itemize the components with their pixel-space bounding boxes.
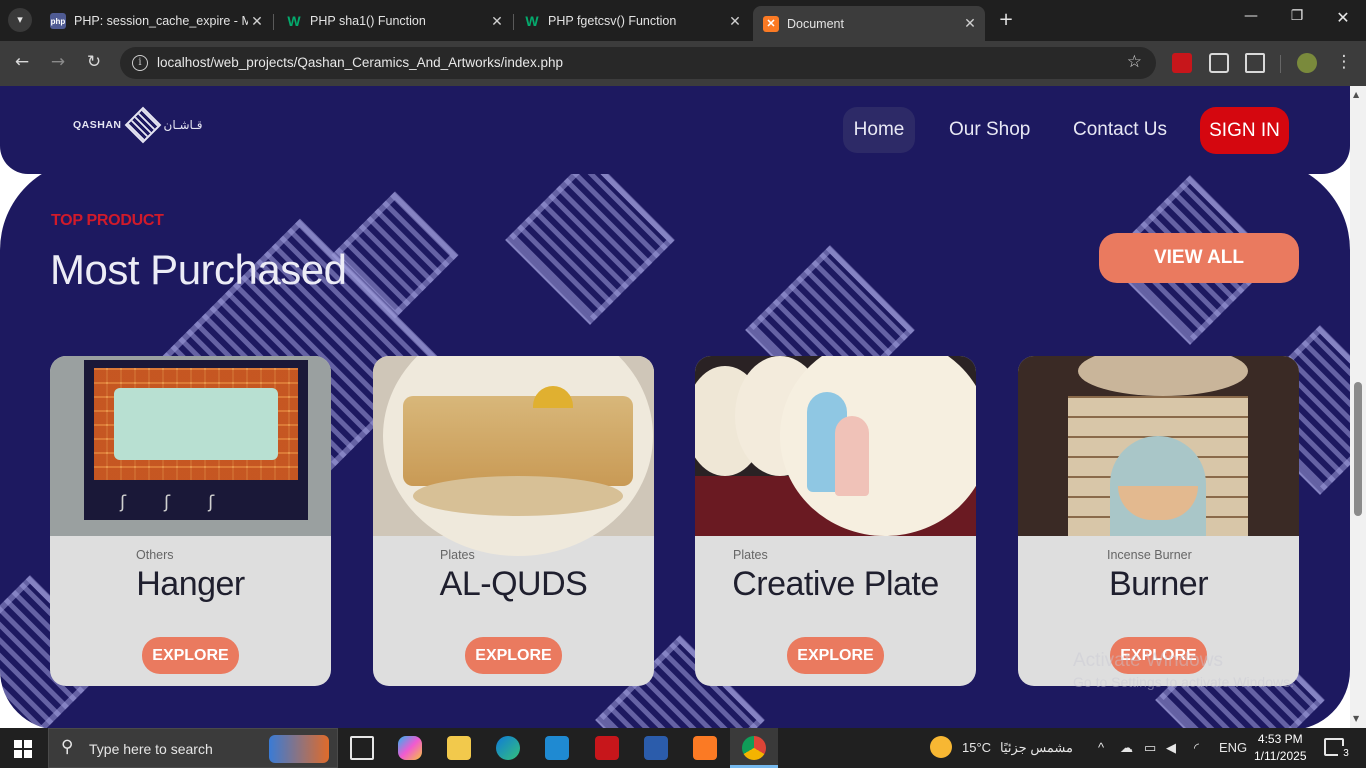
copilot-icon[interactable] xyxy=(398,736,422,760)
close-icon[interactable]: ✕ xyxy=(488,13,506,30)
profile-avatar[interactable] xyxy=(1297,53,1317,73)
minimize-icon[interactable]: — xyxy=(1228,8,1274,24)
w3schools-icon: W xyxy=(525,13,539,29)
vscode-icon[interactable] xyxy=(545,736,569,760)
product-name: AL-QUDS xyxy=(439,565,588,603)
product-card[interactable]: Plates AL-QUDS EXPLORE xyxy=(373,356,654,686)
product-name: Creative Plate xyxy=(732,565,939,603)
explore-button[interactable]: EXPLORE xyxy=(142,637,239,674)
page-viewport: QASHAN قـاشـان Home Our Shop Contact Us … xyxy=(0,86,1350,728)
nav-home[interactable]: Home xyxy=(843,107,915,153)
address-bar[interactable]: i localhost/web_projects/Qashan_Ceramics… xyxy=(120,47,1156,79)
tab-php-session[interactable]: php PHP: session_cache_expire - Ma ✕ xyxy=(40,6,272,36)
acrobat-icon[interactable] xyxy=(595,736,619,760)
pdf-extension-icon[interactable] xyxy=(1172,53,1192,73)
chrome-taskbar-button[interactable] xyxy=(730,728,778,768)
scrollbar-thumb[interactable] xyxy=(1354,382,1362,516)
xampp-icon[interactable] xyxy=(693,736,717,760)
notification-icon[interactable]: 3 xyxy=(1324,738,1354,762)
product-category: Others xyxy=(136,548,174,562)
site-header: QASHAN قـاشـان Home Our Shop Contact Us … xyxy=(0,86,1350,174)
product-card[interactable]: Plates Creative Plate EXPLORE xyxy=(695,356,976,686)
close-icon[interactable]: ✕ xyxy=(961,15,979,32)
new-tab-icon[interactable]: + xyxy=(994,9,1018,30)
weather-icon[interactable] xyxy=(930,736,952,758)
file-explorer-icon[interactable] xyxy=(447,736,471,760)
view-all-button[interactable]: VIEW ALL xyxy=(1099,233,1299,283)
product-category: Plates xyxy=(733,548,768,562)
page-scrollbar[interactable]: ▲ ▼ xyxy=(1350,86,1366,728)
task-view-icon[interactable] xyxy=(350,736,374,760)
back-icon[interactable]: ← xyxy=(10,52,34,72)
reading-mode-icon[interactable] xyxy=(1209,53,1229,73)
php-icon: php xyxy=(50,13,66,29)
word-icon[interactable] xyxy=(644,736,668,760)
sign-in-button[interactable]: SIGN IN xyxy=(1200,107,1289,154)
xampp-icon: ✕ xyxy=(763,15,779,32)
restore-icon[interactable]: ❐ xyxy=(1274,8,1320,24)
product-name: Burner xyxy=(1108,565,1209,603)
tab-search-icon[interactable]: ▾ xyxy=(8,8,32,32)
search-icon: ⚲ xyxy=(61,737,74,757)
close-icon[interactable]: ✕ xyxy=(248,13,266,30)
onedrive-icon[interactable]: ☁ xyxy=(1120,740,1133,756)
site-info-icon[interactable]: i xyxy=(132,55,148,71)
windows-start-icon[interactable] xyxy=(14,740,32,758)
tab-document[interactable]: ✕ Document ✕ xyxy=(753,6,985,41)
activate-windows-watermark: Activate Windows Go to Settings to activ… xyxy=(1073,650,1294,690)
edge-icon[interactable] xyxy=(496,736,520,760)
product-category: Plates xyxy=(440,548,475,562)
section-eyebrow: TOP PRODUCT xyxy=(51,212,164,229)
language-indicator[interactable]: ENG xyxy=(1219,740,1247,755)
explore-button[interactable]: EXPLORE xyxy=(787,637,884,674)
browser-tab-bar: ▾ php PHP: session_cache_expire - Ma ✕ W… xyxy=(0,0,1366,41)
scroll-down-icon[interactable]: ▼ xyxy=(1353,714,1359,723)
product-card[interactable]: Incense Burner Burner EXPLORE xyxy=(1018,356,1299,686)
product-category: Incense Burner xyxy=(1107,548,1192,562)
product-card[interactable]: ʃʃʃ Others Hanger EXPLORE xyxy=(50,356,331,686)
nav-contact-us[interactable]: Contact Us xyxy=(1073,107,1167,153)
tab-php-sha1[interactable]: W PHP sha1() Function ✕ xyxy=(276,6,512,36)
product-image xyxy=(373,356,654,556)
product-image xyxy=(695,356,976,536)
forward-icon[interactable]: → xyxy=(46,52,70,72)
search-highlight-icon xyxy=(269,735,329,763)
chrome-icon xyxy=(742,736,766,760)
close-icon[interactable]: ✕ xyxy=(726,13,744,30)
extensions-icon[interactable] xyxy=(1245,53,1265,73)
section-title: Most Purchased xyxy=(50,246,347,293)
product-image xyxy=(1018,356,1299,536)
logo-mark-icon xyxy=(124,106,161,144)
battery-icon[interactable]: ▭ xyxy=(1144,740,1156,756)
nav-our-shop[interactable]: Our Shop xyxy=(949,107,1030,153)
system-clock[interactable]: 4:53 PM 1/11/2025 xyxy=(1254,731,1307,765)
windows-taskbar: ⚲ Type here to search 15°C مشمس جزئيًا ^… xyxy=(0,728,1366,768)
volume-icon[interactable]: ◀ xyxy=(1166,740,1176,756)
product-image: ʃʃʃ xyxy=(50,356,331,536)
reload-icon[interactable]: ↻ xyxy=(82,52,106,72)
bookmark-star-icon[interactable]: ☆ xyxy=(1127,52,1142,72)
tab-php-fgetcsv[interactable]: W PHP fgetcsv() Function ✕ xyxy=(514,6,750,36)
w3schools-icon: W xyxy=(287,13,301,29)
tray-chevron-icon[interactable]: ^ xyxy=(1098,740,1104,755)
product-name: Hanger xyxy=(136,565,245,603)
menu-icon[interactable]: ⋮ xyxy=(1332,52,1356,72)
explore-button[interactable]: EXPLORE xyxy=(465,637,562,674)
decorative-pattern xyxy=(505,160,675,325)
weather-temp[interactable]: 15°C xyxy=(962,740,991,755)
wifi-icon[interactable]: ◜ xyxy=(1194,740,1199,756)
weather-desc[interactable]: مشمس جزئيًا xyxy=(1000,740,1073,756)
browser-toolbar: ← → ↻ i localhost/web_projects/Qashan_Ce… xyxy=(0,41,1366,86)
site-logo[interactable]: QASHAN قـاشـان xyxy=(73,106,202,144)
url-text[interactable]: localhost/web_projects/Qashan_Ceramics_A… xyxy=(157,55,563,70)
taskbar-search[interactable]: ⚲ Type here to search xyxy=(48,728,338,768)
scroll-up-icon[interactable]: ▲ xyxy=(1353,90,1359,99)
window-close-icon[interactable]: ✕ xyxy=(1320,8,1366,27)
